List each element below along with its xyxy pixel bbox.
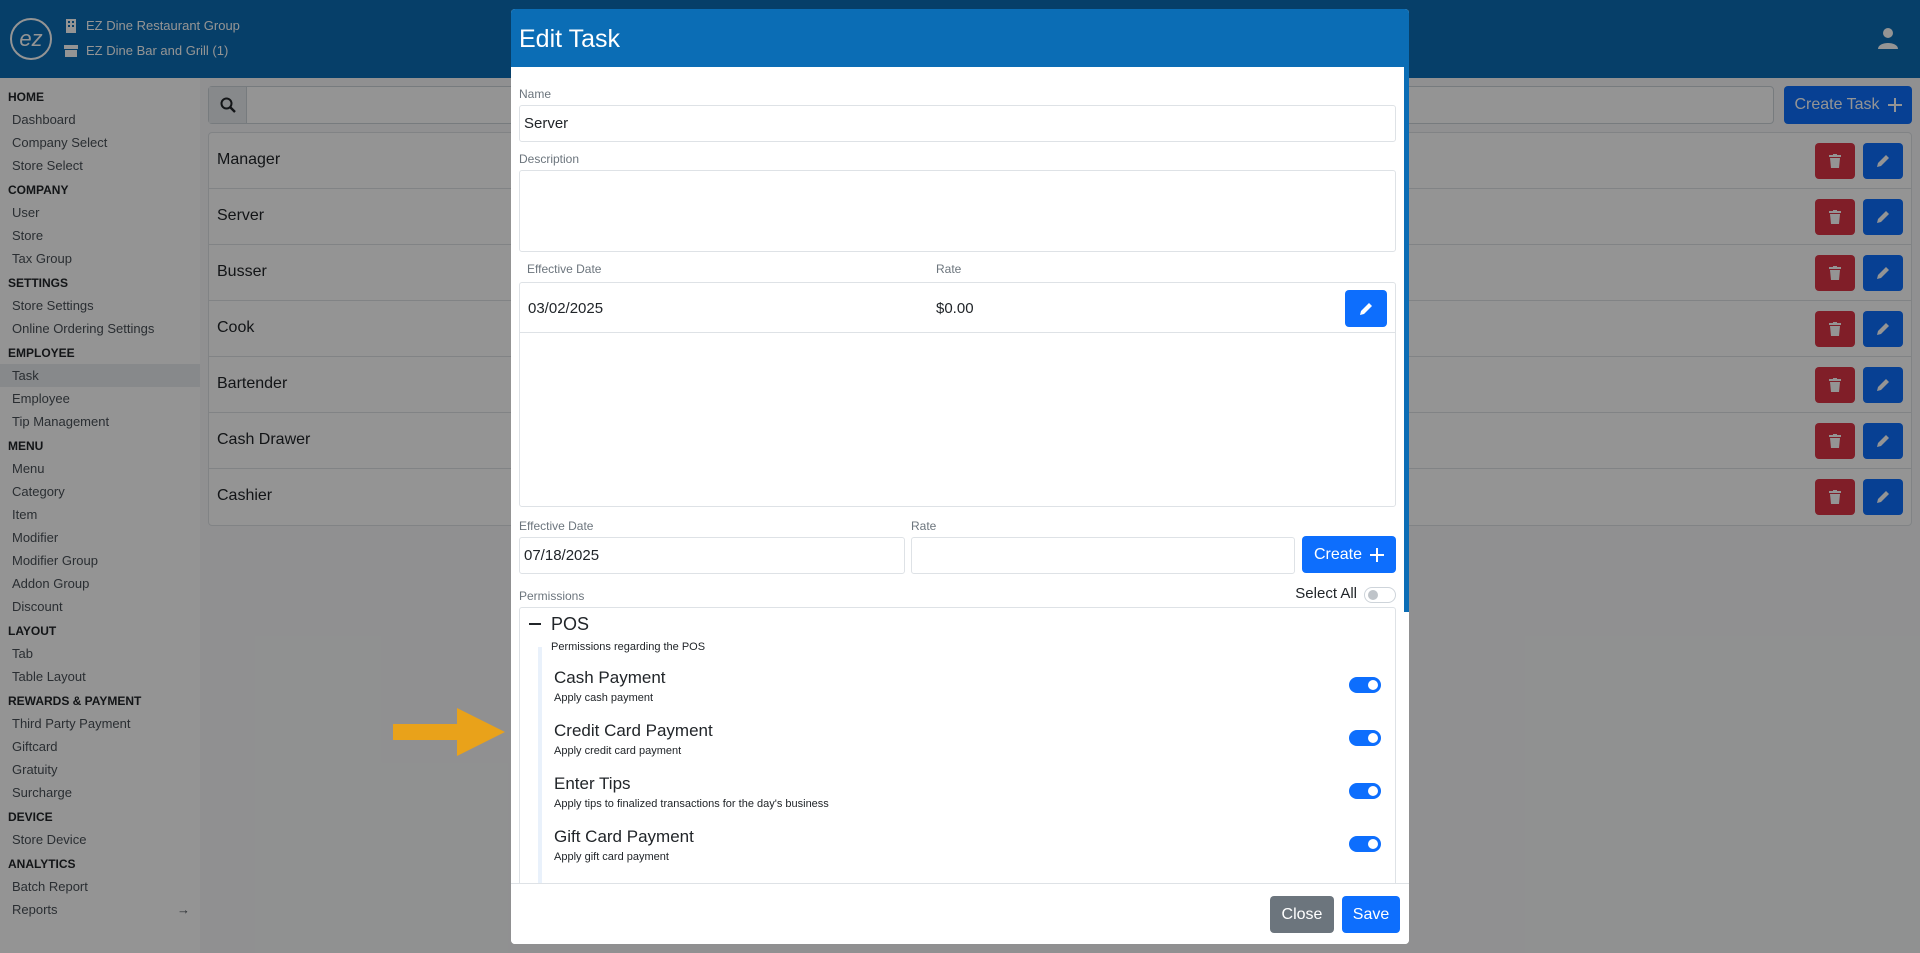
permission-toggle[interactable]	[1349, 730, 1381, 746]
name-value: Server	[524, 115, 569, 132]
rates-table: 03/02/2025 $0.00	[519, 282, 1396, 507]
rates-col-date: Effective Date	[527, 262, 602, 276]
new-date-label: Effective Date	[519, 519, 594, 533]
select-all-toggle[interactable]	[1364, 587, 1396, 603]
permission-toggle[interactable]	[1349, 677, 1381, 693]
table-row: 03/02/2025 $0.00	[520, 283, 1395, 333]
perm-group-title: POS	[551, 614, 590, 634]
rate-date: 03/02/2025	[528, 300, 604, 317]
description-field[interactable]	[519, 170, 1396, 252]
name-label: Name	[519, 87, 552, 101]
permission-description: Apply gift card payment	[554, 851, 669, 863]
pencil-icon	[1360, 302, 1372, 315]
permissions-tree: POS Permissions regarding the POS Cash P…	[519, 607, 1396, 885]
select-all-label: Select All	[1295, 585, 1357, 602]
effective-date-field[interactable]: 07/18/2025	[519, 537, 905, 574]
description-label: Description	[519, 152, 580, 166]
create-rate-button[interactable]: Create	[1302, 536, 1396, 573]
modal-body: Name Server Description Effective Date R…	[511, 67, 1409, 885]
modal-footer: Close Save	[511, 883, 1409, 944]
permission-toggle[interactable]	[1349, 836, 1381, 852]
modal-title: Edit Task	[511, 9, 1409, 67]
create-label: Create	[1313, 545, 1363, 563]
rate-field[interactable]	[911, 537, 1295, 574]
rate-value: $0.00	[936, 300, 974, 317]
permission-title: Credit Card Payment	[554, 721, 713, 740]
perm-group-subtitle: Permissions regarding the POS	[551, 641, 706, 653]
rates-col-rate: Rate	[936, 262, 962, 276]
plus-icon	[1370, 547, 1385, 562]
new-rate-label: Rate	[911, 519, 937, 533]
permission-description: Apply cash payment	[554, 692, 654, 704]
close-button[interactable]: Close	[1270, 896, 1334, 933]
permission-title: Enter Tips	[554, 774, 631, 793]
annotation-arrow-icon	[393, 708, 505, 756]
edit-rate-button[interactable]	[1345, 290, 1387, 327]
permission-title: Gift Card Payment	[554, 827, 694, 846]
permission-description: Apply credit card payment	[554, 745, 682, 757]
name-field[interactable]: Server	[519, 105, 1396, 142]
collapse-icon[interactable]	[529, 623, 541, 625]
permission-toggle[interactable]	[1349, 783, 1381, 799]
save-button[interactable]: Save	[1342, 896, 1400, 933]
effective-date-value: 07/18/2025	[524, 547, 600, 564]
edit-task-modal: Edit Task Name Server Description Effect…	[511, 9, 1409, 944]
permission-description: Apply tips to finalized transactions for…	[554, 798, 829, 810]
permission-title: Cash Payment	[554, 668, 666, 687]
permissions-label: Permissions	[519, 589, 585, 603]
modal-scrollbar[interactable]	[1404, 67, 1409, 612]
perm-group-line	[538, 647, 542, 885]
